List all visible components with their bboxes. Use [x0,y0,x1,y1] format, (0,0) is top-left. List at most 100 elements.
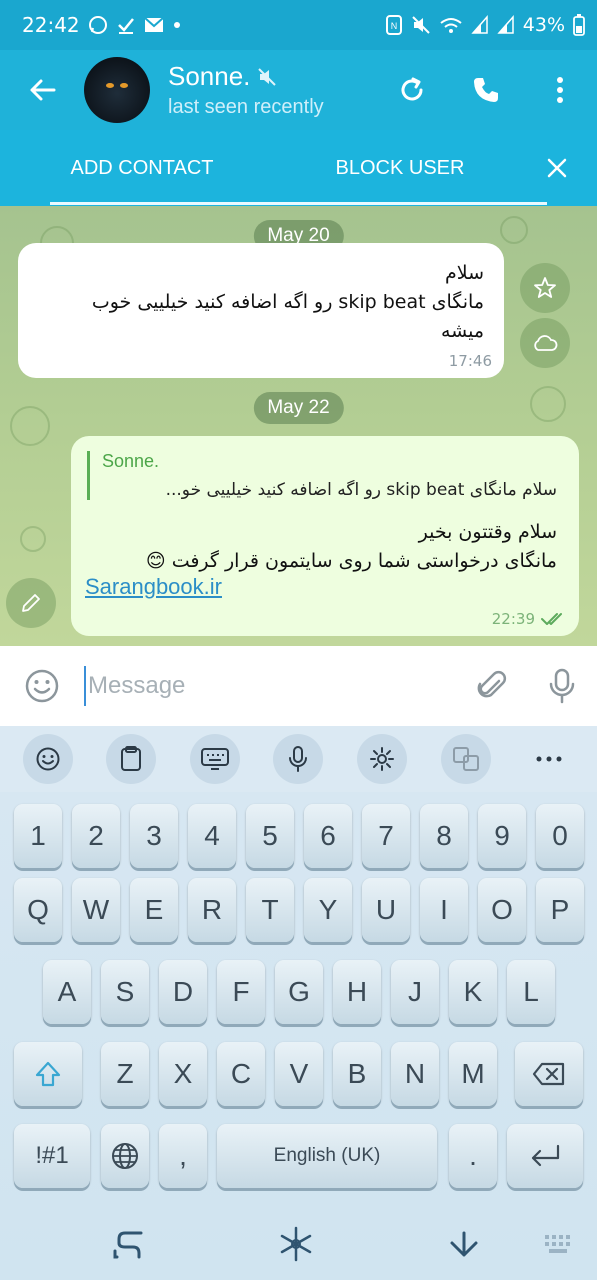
call-button[interactable] [449,50,523,130]
status-bar: 22:42 N 43% [0,0,597,50]
svg-text:N: N [391,21,398,31]
key-e[interactable]: E [130,878,178,942]
clipboard-button[interactable] [106,734,157,784]
reply-quote[interactable]: Sonne. سلام مانگای skip beat رو اگه اضاف… [87,451,557,500]
key-k[interactable]: K [449,960,497,1024]
enter-key[interactable] [507,1124,583,1188]
key-r[interactable]: R [188,878,236,942]
key-p[interactable]: P [536,878,584,942]
keyboard-bottom-bar [0,1210,597,1280]
cursor-control-button[interactable] [108,1224,148,1264]
refresh-button[interactable] [375,50,449,130]
star-button[interactable] [520,263,570,313]
microphone-icon [289,746,308,772]
hide-keyboard-button[interactable] [444,1224,484,1264]
keyboard-mode-button[interactable] [189,734,240,784]
space-key[interactable]: English (UK) [217,1124,437,1188]
shift-key[interactable] [14,1042,82,1106]
message-link[interactable]: Sarangbook.ir [85,574,222,600]
message-input[interactable] [84,666,457,706]
cloud-button[interactable] [520,318,570,368]
avatar[interactable] [84,57,150,123]
block-user-button[interactable]: BLOCK USER [284,130,516,206]
key-i[interactable]: I [420,878,468,942]
more-tools-button[interactable] [524,734,574,784]
key-d[interactable]: D [159,960,207,1024]
key-f[interactable]: F [217,960,265,1024]
key-c[interactable]: C [217,1042,265,1106]
key-x[interactable]: X [159,1042,207,1106]
key-o[interactable]: O [478,878,526,942]
backspace-key[interactable] [515,1042,583,1106]
enter-icon [531,1144,560,1167]
chat-area[interactable]: May 20 سلام مانگای skip beat رو اگه اضاف… [0,206,597,646]
smile-icon [25,669,59,703]
phone-icon [474,78,498,102]
contact-name: Sonne. [168,61,251,91]
key-5[interactable]: 5 [246,804,294,868]
key-g[interactable]: G [275,960,323,1024]
translate-button[interactable] [440,734,491,784]
whatsapp-icon [88,16,107,34]
key-h[interactable]: H [333,960,381,1024]
key-7[interactable]: 7 [362,804,410,868]
key-6[interactable]: 6 [304,804,352,868]
emoji-button[interactable] [0,668,84,704]
key-t[interactable]: T [246,878,294,942]
key-3[interactable]: 3 [130,804,178,868]
comma-key[interactable]: , [159,1124,207,1188]
key-l[interactable]: L [507,960,555,1024]
keyboard-toolbar [0,726,597,792]
dot-icon [173,22,180,28]
cloud-icon [534,335,558,351]
add-contact-button[interactable]: ADD CONTACT [0,130,284,206]
outgoing-message[interactable]: Sonne. سلام مانگای skip beat رو اگه اضاف… [71,436,579,636]
voice-input-button[interactable] [273,734,324,784]
key-m[interactable]: M [449,1042,497,1106]
key-n[interactable]: N [391,1042,439,1106]
key-0[interactable]: 0 [536,804,584,868]
emoji-key-button[interactable] [22,734,73,784]
theme-button[interactable] [276,1224,316,1264]
more-options-button[interactable] [523,50,597,130]
back-button[interactable] [0,50,84,130]
key-9[interactable]: 9 [478,804,526,868]
key-y[interactable]: Y [304,878,352,942]
message-meta: 22:39 [492,610,567,628]
period-key[interactable]: . [449,1124,497,1188]
key-a[interactable]: A [43,960,91,1024]
language-key[interactable] [101,1124,149,1188]
more-vertical-icon [557,77,563,103]
symbols-key[interactable]: !#1 [14,1124,90,1188]
background-doodle [20,526,46,552]
incoming-message[interactable]: سلام مانگای skip beat رو اگه اضافه کنید … [18,243,504,378]
key-8[interactable]: 8 [420,804,468,868]
keyboard-settings-button[interactable] [357,734,408,784]
key-1[interactable]: 1 [14,804,62,868]
keyboard-switch-button[interactable] [540,1224,580,1264]
voice-record-button[interactable] [527,668,597,704]
key-j[interactable]: J [391,960,439,1024]
paperclip-icon [477,670,507,698]
key-w[interactable]: W [72,878,120,942]
message-time: 22:39 [491,610,535,628]
chat-title[interactable]: Sonne. last seen recently [168,61,324,119]
background-doodle [10,406,50,446]
key-z[interactable]: Z [101,1042,149,1106]
edit-button[interactable] [6,578,56,628]
close-action-bar-button[interactable] [516,130,597,206]
key-2[interactable]: 2 [72,804,120,868]
key-s[interactable]: S [101,960,149,1024]
keyboard-grid-icon [545,1235,570,1253]
message-time: 17:46 [448,352,492,370]
key-q[interactable]: Q [14,878,62,942]
attach-button[interactable] [457,669,527,703]
arrow-left-icon [30,79,56,101]
smile-icon [36,747,60,771]
globe-icon [112,1143,138,1169]
key-u[interactable]: U [362,878,410,942]
key-4[interactable]: 4 [188,804,236,868]
key-b[interactable]: B [333,1042,381,1106]
signal-icon [497,15,514,34]
key-v[interactable]: V [275,1042,323,1106]
